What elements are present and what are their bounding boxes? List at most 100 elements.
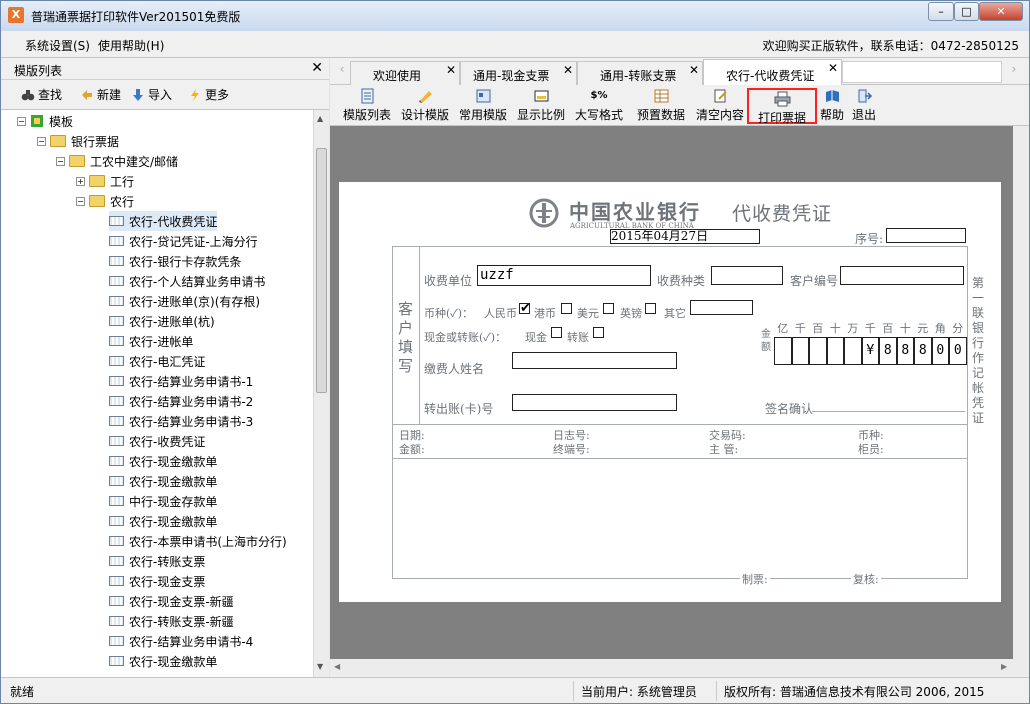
amount-digit-cell[interactable] xyxy=(791,337,809,365)
tree-leaf[interactable]: 农行-现金缴款单 xyxy=(109,471,217,491)
tree-leaf[interactable]: 农行-现金支票 xyxy=(109,571,205,591)
tree-node-root[interactable]: − 模板 xyxy=(17,111,73,131)
amount-digit-cell[interactable]: 8 xyxy=(914,337,932,365)
tree-leaf[interactable]: 农行-结算业务申请书-4 xyxy=(109,631,253,651)
tree-node-icbc[interactable]: + 工行 xyxy=(76,171,134,191)
collapse-icon[interactable]: − xyxy=(37,136,46,146)
tree-leaf[interactable]: 农行-现金支票-新疆 xyxy=(109,591,234,611)
maximize-button[interactable]: □ xyxy=(954,2,979,21)
amount-digit-cell[interactable]: ¥ xyxy=(861,337,879,365)
tree-node-group[interactable]: − 工农中建交/邮储 xyxy=(56,151,178,171)
amount-digit-cell[interactable] xyxy=(844,337,862,365)
more-button[interactable]: 更多 xyxy=(188,86,229,103)
tree-scroll-thumb[interactable] xyxy=(316,148,327,393)
preset-data-button[interactable]: 预置数据 xyxy=(635,88,687,124)
hkd-checkbox[interactable] xyxy=(561,303,572,314)
menu-help[interactable]: 使用帮助(H) xyxy=(98,37,164,54)
tab-close-icon[interactable]: ✕ xyxy=(828,61,838,75)
amount-digit-cell[interactable]: 8 xyxy=(879,337,897,365)
scroll-left-icon[interactable]: ◀ xyxy=(334,662,340,671)
tree-leaf[interactable]: 农行-现金缴款单 xyxy=(109,511,217,531)
new-button[interactable]: 新建 xyxy=(80,86,121,103)
uppercase-format-button[interactable]: $% 大写格式 xyxy=(573,88,625,124)
minimize-button[interactable]: – xyxy=(928,2,954,21)
payee-input[interactable]: uzzf xyxy=(477,265,651,286)
menu-system-settings[interactable]: 系统设置(S) xyxy=(25,37,90,54)
tree-leaf[interactable]: 农行-结算业务申请书-2 xyxy=(109,391,253,411)
close-button[interactable]: ✕ xyxy=(979,2,1023,21)
template-list-button[interactable]: 模版列表 xyxy=(341,88,393,124)
tree-leaf[interactable]: 农行-进账单(杭) xyxy=(109,311,215,331)
amount-digit-cell[interactable]: 8 xyxy=(896,337,914,365)
tab-scroll-left-icon[interactable]: ‹ xyxy=(334,62,350,82)
tree-leaf[interactable]: 农行-进帐单 xyxy=(109,331,193,351)
amount-digit-cell[interactable] xyxy=(826,337,844,365)
serial-field[interactable] xyxy=(886,228,966,243)
template-list-close-button[interactable]: ✕ xyxy=(311,60,323,76)
tab-empty-area xyxy=(842,61,1002,83)
canvas-vertical-scrollbar[interactable] xyxy=(1013,126,1029,659)
tree-leaf[interactable]: 农行-贷记凭证-上海分行 xyxy=(109,231,258,251)
transfer-checkbox[interactable] xyxy=(593,327,604,338)
account-input[interactable] xyxy=(512,394,677,411)
tab-transfer-check[interactable]: 通用-转账支票 ✕ xyxy=(577,61,703,85)
print-voucher-button[interactable]: 打印票据 xyxy=(747,88,817,125)
tree-leaf[interactable]: 农行-个人结算业务申请书 xyxy=(109,271,265,291)
tree-node-abc[interactable]: − 农行 xyxy=(76,191,134,211)
import-button[interactable]: 导入 xyxy=(131,86,172,103)
tree-leaf[interactable]: 农行-收费凭证 xyxy=(109,431,205,451)
tree-leaf[interactable]: 农行-进账单(京)(有存根) xyxy=(109,291,260,311)
tree-leaf[interactable]: 农行-结算业务申请书-1 xyxy=(109,371,253,391)
tree-leaf[interactable]: 农行-结算业务申请书-3 xyxy=(109,411,253,431)
other-currency-input[interactable] xyxy=(690,300,753,315)
tree-leaf[interactable]: 农行-电汇凭证 xyxy=(109,351,205,371)
maker-label: 制票: xyxy=(740,571,770,587)
common-template-button[interactable]: 常用模版 xyxy=(457,88,509,124)
tab-close-icon[interactable]: ✕ xyxy=(563,63,573,77)
exit-button[interactable]: 退出 xyxy=(850,88,878,124)
collapse-icon[interactable]: − xyxy=(17,116,26,126)
help-button[interactable]: 帮助 xyxy=(819,88,845,124)
amount-digit-cell[interactable] xyxy=(809,337,827,365)
tree-leaf[interactable]: 农行-转账支票 xyxy=(109,551,205,571)
display-scale-button[interactable]: 显示比例 xyxy=(515,88,567,124)
expand-icon[interactable]: + xyxy=(76,176,85,186)
tab-close-icon[interactable]: ✕ xyxy=(689,63,699,77)
collapse-icon[interactable]: − xyxy=(56,156,65,166)
tree-leaf[interactable]: 农行-现金缴款单 xyxy=(109,451,217,471)
tree-leaf[interactable]: 农行-现金缴款单 xyxy=(109,651,217,671)
tree-leaf[interactable]: 农行-代收费凭证 xyxy=(109,211,218,231)
cash-checkbox[interactable] xyxy=(551,327,562,338)
tab-scroll-right-icon[interactable]: › xyxy=(1006,62,1022,82)
tree-node-bank[interactable]: − 银行票据 xyxy=(37,131,119,151)
fee-type-input[interactable] xyxy=(711,266,783,285)
collapse-icon[interactable]: − xyxy=(76,196,85,206)
template-doc-icon xyxy=(109,596,124,606)
tree-leaf[interactable]: 中行-现金存款单 xyxy=(109,491,217,511)
scroll-up-icon[interactable]: ▲ xyxy=(317,114,323,123)
gbp-checkbox[interactable] xyxy=(645,303,656,314)
tree-leaf-label: 农行-转账支票 xyxy=(129,554,206,569)
rmb-checkbox[interactable]: ✔ xyxy=(519,302,531,315)
tree-scrollbar[interactable]: ▲ ▼ xyxy=(313,110,329,677)
find-button[interactable]: 查找 xyxy=(21,86,62,103)
scroll-down-icon[interactable]: ▼ xyxy=(317,662,323,671)
tab-cash-check[interactable]: 通用-现金支票 ✕ xyxy=(460,61,577,85)
amount-digit-cell[interactable]: 0 xyxy=(931,337,949,365)
tree-leaf[interactable]: 农行-银行卡存款凭条 xyxy=(109,251,241,271)
design-template-button[interactable]: 设计模版 xyxy=(399,88,451,124)
clear-content-button[interactable]: 清空内容 xyxy=(694,88,746,124)
payer-name-input[interactable] xyxy=(512,352,677,369)
date-field[interactable]: 2015年04月27日 xyxy=(610,229,760,244)
customer-no-input[interactable] xyxy=(840,266,964,285)
amount-digit-cell[interactable] xyxy=(774,337,792,365)
tab-welcome[interactable]: 欢迎使用 ✕ xyxy=(350,61,460,85)
scroll-right-icon[interactable]: ▶ xyxy=(1001,662,1007,671)
usd-checkbox[interactable] xyxy=(603,303,614,314)
tab-close-icon[interactable]: ✕ xyxy=(446,63,456,77)
tab-abc-fee-voucher[interactable]: 农行-代收费凭证 ✕ xyxy=(703,59,842,85)
tree-leaf[interactable]: 农行-本票申请书(上海市分行) xyxy=(109,531,287,551)
tree-leaf[interactable]: 农行-转账支票-新疆 xyxy=(109,611,234,631)
amount-digit-cell[interactable]: 0 xyxy=(949,337,967,365)
canvas-horizontal-scrollbar[interactable]: ◀ ▶ xyxy=(330,659,1029,676)
